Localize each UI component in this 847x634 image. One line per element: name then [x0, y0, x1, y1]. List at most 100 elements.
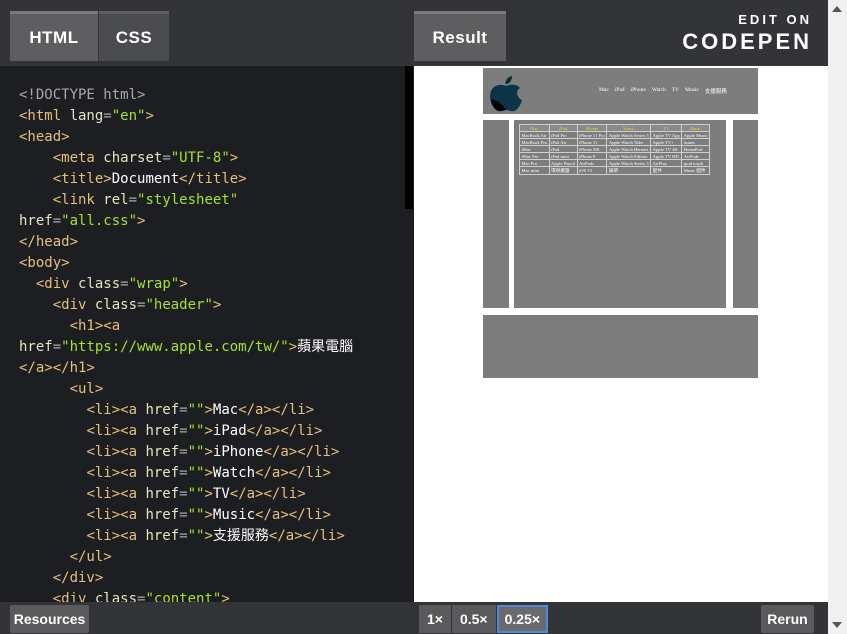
code-token: = [103, 108, 112, 124]
apple-logo-icon[interactable] [488, 73, 524, 113]
code-token: Watch [212, 465, 256, 481]
table-cell: Apple TV 4K [650, 145, 683, 153]
code-token: Document [111, 171, 180, 187]
code-token: > [204, 444, 213, 460]
code-token: <title> [52, 171, 112, 187]
code-token: <meta [52, 150, 104, 166]
table-cell: Apple Watch Edition [606, 152, 652, 160]
preview-nav-link[interactable]: Mac [599, 87, 609, 95]
code-token: "en" [111, 108, 146, 124]
code-token: "" [187, 402, 205, 418]
code-line: <body> [19, 253, 353, 274]
code-token: <li><a [86, 528, 146, 544]
code-token: <!DOCTYPE html> [19, 87, 146, 103]
preview-nav-link[interactable]: TV [672, 87, 679, 95]
scroll-down-icon[interactable] [832, 622, 842, 628]
codepen-embed: HTML CSS Result EDIT ON CODEPEN <!DOCTYP… [0, 0, 847, 634]
preview-right-column [733, 120, 758, 308]
code-token: </a></li> [263, 444, 340, 460]
code-token: <h1><a [69, 318, 121, 334]
code-token: </a></li> [238, 402, 315, 418]
code-token: <html [19, 108, 70, 124]
bottom-bar: Resources 1× 0.5× 0.25× Rerun [0, 602, 828, 634]
code-line: </div> [19, 568, 353, 589]
code-token: = [179, 423, 188, 439]
table-cell: iPhone 8 [576, 152, 608, 160]
table-cell: Apple Watch Nike [606, 138, 652, 146]
preview-footer [483, 315, 758, 378]
table-header-cell: iPad [548, 124, 578, 132]
table-cell: iPhone 11 Pro [576, 131, 608, 139]
code-token: TV [212, 486, 230, 502]
code-token: <li><a [86, 402, 146, 418]
code-line: <li><a href="">Watch</a></li> [19, 463, 353, 484]
code-line: </a></h1> [19, 358, 353, 379]
zoom-controls: 1× 0.5× 0.25× [419, 605, 549, 633]
code-token: <li><a [86, 486, 146, 502]
tab-html[interactable]: HTML [10, 11, 98, 61]
table-cell: iPad Pro [548, 131, 578, 139]
code-line: </ul> [19, 547, 353, 568]
code-token: > [204, 402, 213, 418]
code-token: > [137, 213, 146, 229]
code-line: <li><a href="">Music</a></li> [19, 505, 353, 526]
code-token: "" [187, 423, 205, 439]
code-line: </head> [19, 232, 353, 253]
code-token: </a></li> [255, 465, 331, 481]
table-cell: Mac Pro [519, 159, 550, 167]
resources-button[interactable]: Resources [10, 605, 89, 633]
code-token: href [145, 486, 180, 502]
code-token: > [221, 591, 230, 602]
code-token: </title> [179, 171, 247, 187]
code-line: <h1><a [19, 316, 353, 337]
code-token: "wrap" [128, 276, 180, 292]
rerun-button[interactable]: Rerun [761, 605, 814, 633]
code-line: <title>Document</title> [19, 169, 353, 190]
page-scrollbar[interactable] [828, 0, 847, 634]
preview-nav-link[interactable]: Watch [652, 87, 666, 95]
code-token: > [204, 486, 213, 502]
table-cell: 環保鍵盤 [548, 166, 578, 175]
zoom-button[interactable]: 0.25× [496, 605, 549, 633]
code-token: href [19, 339, 53, 355]
table-header-cell: Music [681, 124, 711, 132]
code-token: > [288, 339, 298, 355]
table-row: iMac Pro iPad mini iPhone 8 Apple Watch Edi… [519, 152, 711, 160]
scroll-up-icon[interactable] [832, 6, 842, 12]
table-cell: iMac Pro [519, 152, 550, 160]
product-table: Mac iPad iPhone Watch TV Music MacBook Air iPad… [519, 124, 711, 175]
preview-nav-link[interactable]: Music [685, 87, 699, 95]
editor-scrollbar[interactable] [405, 66, 413, 209]
table-row: iMac iPad iPhone XR Apple Watch Hermes Apple… [519, 145, 711, 153]
tab-css[interactable]: CSS [99, 11, 169, 61]
code-token: > [229, 150, 239, 166]
code-token: </head> [19, 234, 79, 250]
code-token: rel [103, 192, 129, 208]
code-text: <!DOCTYPE html> <html lang="en"> <head> <m… [19, 85, 353, 602]
edit-on-codepen-link[interactable]: EDIT ON CODEPEN [682, 12, 812, 55]
preview-nav-link[interactable]: iPhone [631, 87, 646, 95]
preview-left-column [483, 120, 509, 308]
html-code-editor[interactable]: <!DOCTYPE html> <html lang="en"> <head> <m… [0, 66, 413, 602]
preview-nav-link[interactable]: iPad [615, 87, 625, 95]
code-token: = [179, 444, 188, 460]
code-line: href="https://www.apple.com/tw/">蘋果電腦 [19, 337, 353, 358]
code-token: = [120, 276, 129, 292]
code-token: 蘋果電腦 [297, 339, 354, 355]
table-row: MacBook Air iPad Pro iPhone 11 Pro Apple Wa… [519, 131, 711, 139]
preview-nav-link[interactable]: 支援服務 [705, 87, 727, 95]
zoom-button[interactable]: 0.5× [451, 605, 496, 633]
code-token: Music [212, 507, 256, 523]
code-token: > [204, 528, 213, 544]
code-token: href [145, 444, 180, 460]
tab-result[interactable]: Result [414, 11, 506, 61]
zoom-button[interactable]: 1× [419, 605, 451, 633]
code-token: = [179, 528, 188, 544]
table-cell: Apple Watch Series 5 [606, 131, 652, 139]
table-cell: iPad Air [548, 138, 578, 146]
code-token: <div [35, 276, 79, 292]
code-token: = [179, 465, 188, 481]
table-cell: AirPods [681, 152, 711, 160]
